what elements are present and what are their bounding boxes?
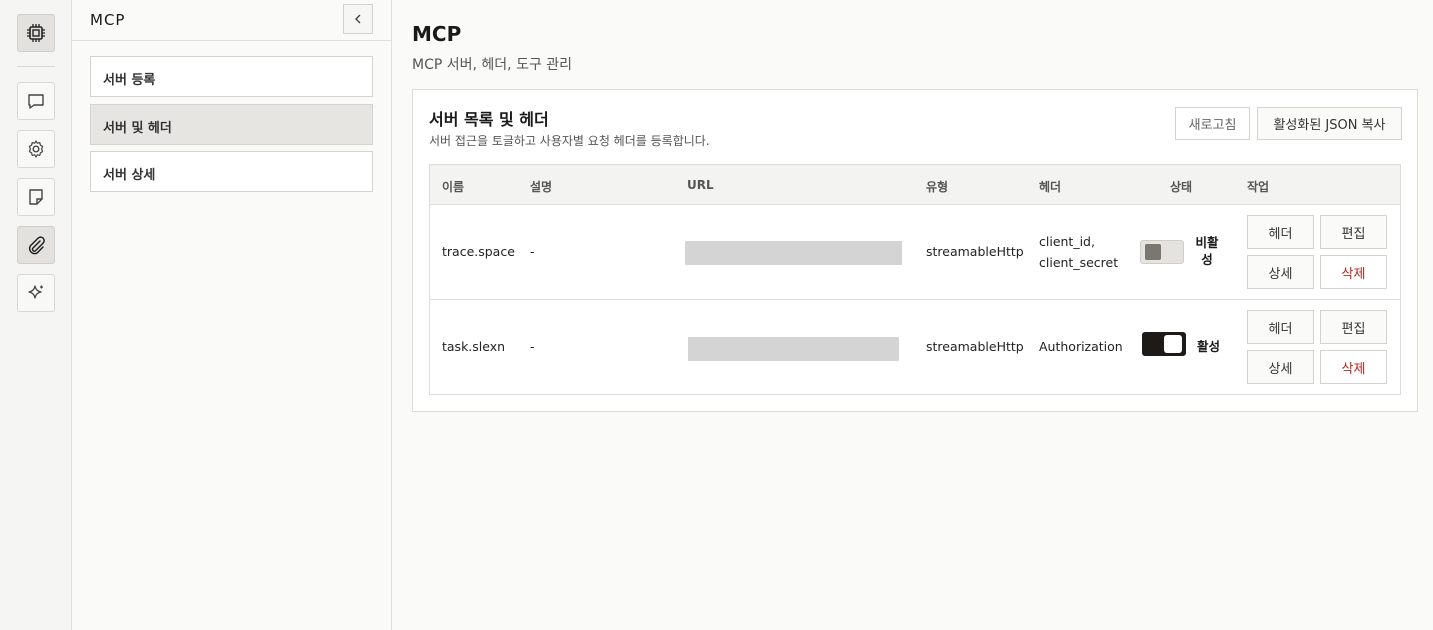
- sidebar-item-server-register[interactable]: 서버 등록: [90, 56, 373, 97]
- sidebar-title: MCP: [90, 11, 126, 29]
- collapse-sidebar-button[interactable]: [343, 4, 373, 34]
- delete-button[interactable]: 삭제: [1320, 350, 1387, 384]
- headers-button[interactable]: 헤더: [1247, 310, 1314, 344]
- server-toggle[interactable]: [1140, 240, 1184, 264]
- icon-rail: [0, 0, 72, 630]
- table-row: trace.space - streamableHttp client_id, …: [430, 205, 1400, 300]
- edit-button[interactable]: 편집: [1320, 215, 1387, 249]
- page-subtitle: MCP 서버, 헤더, 도구 관리: [412, 57, 573, 73]
- chip-icon[interactable]: [17, 14, 55, 52]
- server-type: streamableHttp: [926, 339, 1024, 354]
- headers-button[interactable]: 헤더: [1247, 215, 1314, 249]
- chat-icon[interactable]: [17, 82, 55, 120]
- server-list-card: 서버 목록 및 헤더 서버 접근을 토글하고 사용자별 요청 헤더를 등록합니다…: [412, 89, 1418, 412]
- sparkle-icon[interactable]: [17, 274, 55, 312]
- toggle-knob: [1145, 244, 1161, 260]
- edit-button[interactable]: 편집: [1320, 310, 1387, 344]
- secondary-sidebar: MCP 서버 등록 서버 및 헤더 서버 상세: [72, 0, 392, 630]
- detail-button[interactable]: 상세: [1247, 350, 1314, 384]
- page-title: MCP: [412, 22, 462, 46]
- detail-button[interactable]: 상세: [1247, 255, 1314, 289]
- main-content: MCP MCP 서버, 헤더, 도구 관리 서버 목록 및 헤더 서버 접근을 …: [392, 0, 1433, 630]
- rail-divider: [17, 66, 55, 67]
- table-row: task.slexn - streamableHttp Authorizatio…: [430, 300, 1400, 395]
- column-header-status: 상태: [1170, 180, 1193, 194]
- server-url-redacted: [685, 241, 902, 265]
- status-label-line1: 활성: [1196, 339, 1220, 354]
- chevron-left-icon: [352, 10, 364, 29]
- table-header: 이름 설명 URL 유형 헤더 상태 작업: [430, 165, 1400, 205]
- status-label: 활성: [1192, 338, 1225, 355]
- status-label-line2: 성: [1201, 252, 1213, 267]
- server-type: streamableHttp: [926, 244, 1024, 259]
- column-header-name: 이름: [442, 180, 465, 194]
- toggle-knob: [1164, 335, 1182, 353]
- card-title: 서버 목록 및 헤더: [429, 110, 549, 129]
- sidebar-item-server-detail[interactable]: 서버 상세: [90, 151, 373, 192]
- server-description: -: [530, 339, 535, 354]
- server-headers-line1: Authorization: [1039, 339, 1123, 354]
- server-toggle[interactable]: [1142, 332, 1186, 356]
- sidebar-header: MCP: [72, 0, 391, 41]
- sidebar-item-server-headers[interactable]: 서버 및 헤더: [90, 104, 373, 145]
- server-headers-line1: client_id,: [1039, 234, 1095, 249]
- status-label: 비활 성: [1192, 234, 1222, 268]
- server-url-redacted: [688, 337, 899, 361]
- server-name: trace.space: [442, 244, 515, 259]
- delete-button[interactable]: 삭제: [1320, 255, 1387, 289]
- refresh-button[interactable]: 새로고침: [1175, 107, 1250, 140]
- paperclip-icon[interactable]: [17, 226, 55, 264]
- server-description: -: [530, 244, 535, 259]
- server-headers-line2: client_secret: [1039, 255, 1119, 270]
- column-header-url: URL: [687, 178, 714, 192]
- copy-json-button[interactable]: 활성화된 JSON 복사: [1257, 107, 1402, 140]
- server-table: 이름 설명 URL 유형 헤더 상태 작업 trace.space - stre…: [429, 164, 1401, 395]
- column-header-description: 설명: [530, 180, 553, 194]
- status-label-line1: 비활: [1195, 235, 1219, 250]
- note-icon[interactable]: [17, 178, 55, 216]
- column-header-type: 유형: [926, 180, 949, 194]
- gear-icon[interactable]: [17, 130, 55, 168]
- card-description: 서버 접근을 토글하고 사용자별 요청 헤더를 등록합니다.: [429, 134, 710, 148]
- server-name: task.slexn: [442, 339, 506, 354]
- column-header-headers: 헤더: [1039, 180, 1062, 194]
- column-header-actions: 작업: [1247, 180, 1270, 194]
